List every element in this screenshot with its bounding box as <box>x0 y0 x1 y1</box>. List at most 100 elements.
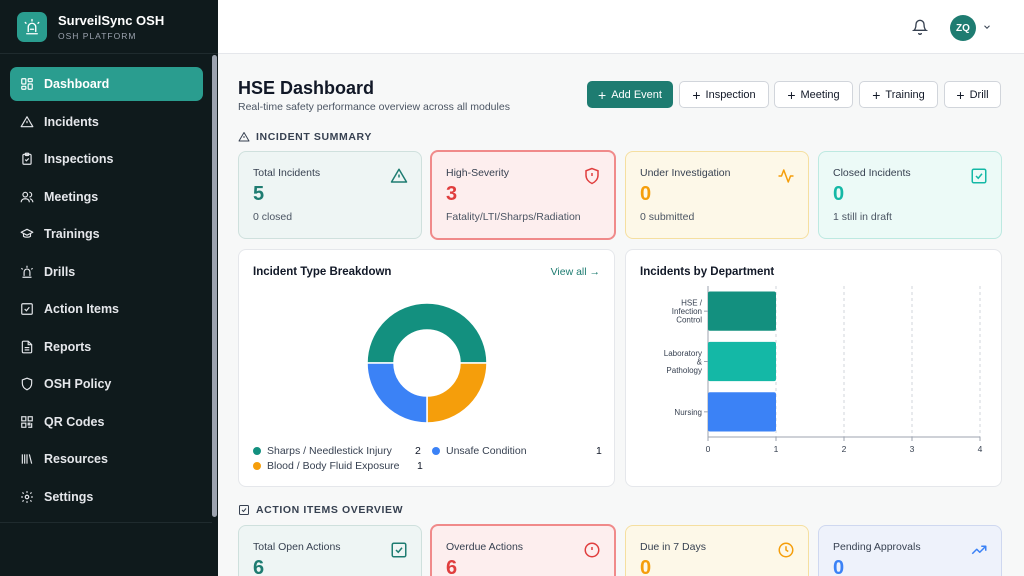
sidebar-item-drills[interactable]: Drills <box>10 255 203 289</box>
plus-icon: + <box>956 86 965 103</box>
grid-icon <box>21 78 33 90</box>
sidebar-item-dashboard[interactable]: Dashboard <box>10 67 203 101</box>
shield-icon <box>21 377 33 391</box>
plus-icon: + <box>598 86 607 103</box>
stat-sub: Fatality/LTI/Sharps/Radiation <box>446 211 581 223</box>
action-items-heading: ACTION ITEMS OVERVIEW <box>238 504 403 516</box>
qr-code-icon <box>21 415 33 428</box>
donut-slice[interactable] <box>366 362 428 424</box>
drill-button[interactable]: + Drill <box>944 81 1001 108</box>
stat-label: Under Investigation <box>640 167 731 179</box>
users-icon <box>20 191 34 202</box>
stat-card-overdue-actions[interactable]: Overdue Actions 6 <box>430 524 616 576</box>
x-tick-label: 3 <box>910 444 915 454</box>
brand[interactable]: SurveilSync OSH OSH PLATFORM <box>0 0 218 54</box>
stat-card-pending-approvals[interactable]: Pending Approvals 0 <box>818 525 1002 576</box>
stat-label: Total Open Actions <box>253 541 341 553</box>
sidebar-item-osh-policy[interactable]: OSH Policy <box>10 367 203 401</box>
sidebar-item-action-items[interactable]: Action Items <box>10 292 203 326</box>
sidebar-item-qr-codes[interactable]: QR Codes <box>10 405 203 439</box>
sidebar-item-incidents[interactable]: Incidents <box>10 105 203 139</box>
sidebar-item-label: Trainings <box>44 227 100 241</box>
clock-icon <box>778 542 794 558</box>
activity-icon <box>778 169 794 183</box>
sidebar-scrollbar[interactable] <box>212 55 217 517</box>
panel-title: Incident Type Breakdown <box>253 266 392 278</box>
checkbox-icon <box>391 542 407 558</box>
legend-count: 1 <box>596 445 602 457</box>
bar[interactable] <box>708 341 776 382</box>
stat-card-closed-incidents[interactable]: Closed Incidents 0 1 still in draft <box>818 151 1002 239</box>
stat-card-due-in-7-days[interactable]: Due in 7 Days 0 <box>625 525 809 576</box>
legend-dot <box>432 447 440 455</box>
warning-icon <box>390 168 408 183</box>
sidebar-item-settings[interactable]: Settings <box>10 480 203 514</box>
legend-dot <box>253 447 261 455</box>
sidebar-item-label: Inspections <box>44 152 114 166</box>
stat-value: 3 <box>446 183 458 205</box>
x-tick-label: 2 <box>842 444 847 454</box>
stat-label: Overdue Actions <box>446 541 524 553</box>
gear-icon <box>21 490 33 503</box>
sidebar-item-label: Action Items <box>44 302 120 316</box>
stat-card-under-investigation[interactable]: Under Investigation 0 0 submitted <box>625 151 809 239</box>
stat-label: High-Severity <box>446 167 510 179</box>
sidebar-item-inspections[interactable]: Inspections <box>10 142 203 176</box>
legend-item-unsafe-condition: Unsafe Condition <box>432 445 527 457</box>
y-tick-label: Nursing <box>674 408 702 417</box>
library-icon <box>21 454 33 464</box>
stat-label: Total Incidents <box>253 167 321 179</box>
x-tick-label: 4 <box>978 444 983 454</box>
x-tick-label: 1 <box>774 444 779 454</box>
stat-value: 5 <box>253 183 265 205</box>
sidebar-item-label: Incidents <box>44 114 99 129</box>
document-icon <box>21 340 33 353</box>
stat-card-high-severity[interactable]: High-Severity 3 Fatality/LTI/Sharps/Radi… <box>430 150 616 240</box>
view-all-link[interactable]: View all → <box>551 266 600 278</box>
sidebar-item-label: Drills <box>44 264 76 279</box>
sidebar-item-label: Settings <box>44 489 94 504</box>
stat-value: 6 <box>253 557 265 576</box>
legend-dot <box>253 462 261 470</box>
bar[interactable] <box>708 291 776 331</box>
sidebar-item-trainings[interactable]: Trainings <box>10 217 203 251</box>
bar-chart: 0 1 2 3 4HSE /InfectionControlLaboratory&Pat… <box>664 286 983 454</box>
legend-count: 2 <box>415 445 421 457</box>
sidebar-item-label: OSH Policy <box>44 377 112 391</box>
shield-alert-icon <box>585 167 599 185</box>
siren-logo-icon <box>17 11 47 42</box>
sidebar-item-reports[interactable]: Reports <box>10 330 203 364</box>
chevron-down-icon[interactable] <box>982 22 992 32</box>
checkbox-icon <box>239 505 249 515</box>
stat-value: 0 <box>640 557 652 576</box>
meeting-button[interactable]: + Meeting <box>774 81 853 108</box>
legend-item-blood-exposure: Blood / Body Fluid Exposure <box>253 460 400 472</box>
add-event-button[interactable]: + Add Event <box>587 81 673 108</box>
graduation-cap-icon <box>20 228 34 238</box>
stat-value: 0 <box>833 557 845 576</box>
donut-slice[interactable] <box>426 362 488 424</box>
bar[interactable] <box>708 392 776 432</box>
stat-value: 0 <box>640 183 652 205</box>
sidebar-item-meetings[interactable]: Meetings <box>10 180 203 214</box>
incident-type-breakdown-panel: Incident Type Breakdown View all → Sharp… <box>238 249 615 487</box>
page-title: HSE Dashboard <box>238 78 375 98</box>
sidebar-item-label: Dashboard <box>44 77 110 91</box>
alert-circle-icon <box>584 542 600 558</box>
inspection-button[interactable]: + Inspection <box>679 81 769 108</box>
stat-card-total-incidents[interactable]: Total Incidents 5 0 closed <box>238 151 422 239</box>
sidebar-item-label: Reports <box>44 339 92 354</box>
sidebar-nav: Dashboard Incidents Inspections Meetings… <box>0 54 218 514</box>
legend-item-sharps: Sharps / Needlestick Injury <box>253 445 392 457</box>
sidebar-item-resources[interactable]: Resources <box>10 442 203 476</box>
donut-slice[interactable] <box>366 302 488 364</box>
avatar[interactable]: ZQ <box>950 15 976 41</box>
stat-card-total-open-actions[interactable]: Total Open Actions 6 <box>238 525 422 576</box>
stat-label: Due in 7 Days <box>640 541 706 553</box>
page-subtitle: Real-time safety performance overview ac… <box>238 101 510 113</box>
bell-icon[interactable] <box>912 19 928 35</box>
stat-label: Pending Approvals <box>833 541 921 553</box>
trending-up-icon <box>971 545 987 555</box>
training-button[interactable]: + Training <box>859 81 938 108</box>
siren-icon <box>21 265 33 278</box>
